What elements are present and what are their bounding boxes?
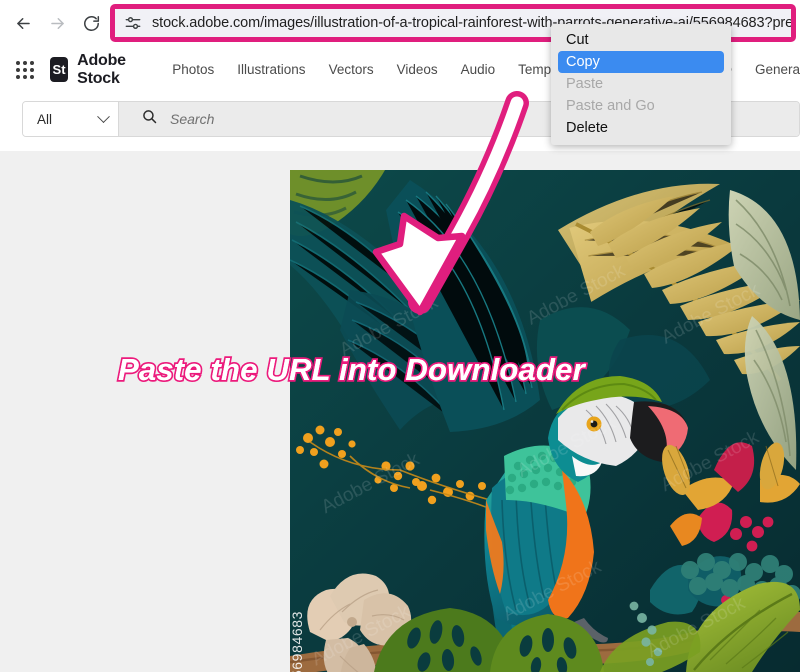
back-button[interactable] (8, 8, 38, 38)
page-content-area: Adobe Stock Adobe Stock Adobe Stock Adob… (0, 151, 800, 672)
reload-button[interactable] (76, 8, 106, 38)
search-placeholder: Search (170, 111, 215, 127)
nav-item-photos[interactable]: Photos (172, 62, 214, 77)
nav-item-generative-ai[interactable]: Genera (755, 62, 800, 77)
context-menu-item-paste: Paste (566, 76, 604, 92)
address-bar-context-menu: Cut Copy Paste Paste and Go Delete (551, 24, 731, 145)
chevron-down-icon (97, 109, 110, 123)
nav-item-videos[interactable]: Videos (397, 62, 438, 77)
context-menu-item-cut[interactable]: Cut (551, 29, 731, 51)
search-category-select[interactable]: All (23, 102, 119, 136)
context-menu-item-copy[interactable]: Copy (558, 51, 724, 73)
forward-arrow-icon (48, 14, 67, 33)
nav-item-illustrations[interactable]: Illustrations (237, 62, 305, 77)
stock-image[interactable]: Adobe Stock Adobe Stock Adobe Stock Adob… (290, 170, 800, 672)
stock-image-watermark-id: Stock | #556984683 (289, 611, 305, 672)
search-icon (141, 108, 158, 130)
forward-button[interactable] (42, 8, 72, 38)
search-category-value: All (37, 111, 53, 127)
adobe-stock-logo[interactable]: St Adobe Stock (50, 52, 146, 88)
context-menu-item-delete[interactable]: Delete (551, 117, 731, 139)
reload-icon (82, 14, 101, 33)
screenshot-root: stock.adobe.com/images/illustration-of-a… (0, 0, 800, 672)
nav-item-vectors[interactable]: Vectors (329, 62, 374, 77)
brand-name: Adobe Stock (77, 51, 126, 87)
back-arrow-icon (14, 14, 33, 33)
nav-item-audio[interactable]: Audio (461, 62, 496, 77)
site-settings-tune-icon[interactable] (123, 13, 143, 33)
browser-nav-buttons (0, 8, 106, 38)
context-menu-item-paste-and-go: Paste and Go (566, 98, 655, 114)
logo-mark: St (50, 57, 69, 82)
app-grid-icon[interactable] (16, 59, 34, 81)
